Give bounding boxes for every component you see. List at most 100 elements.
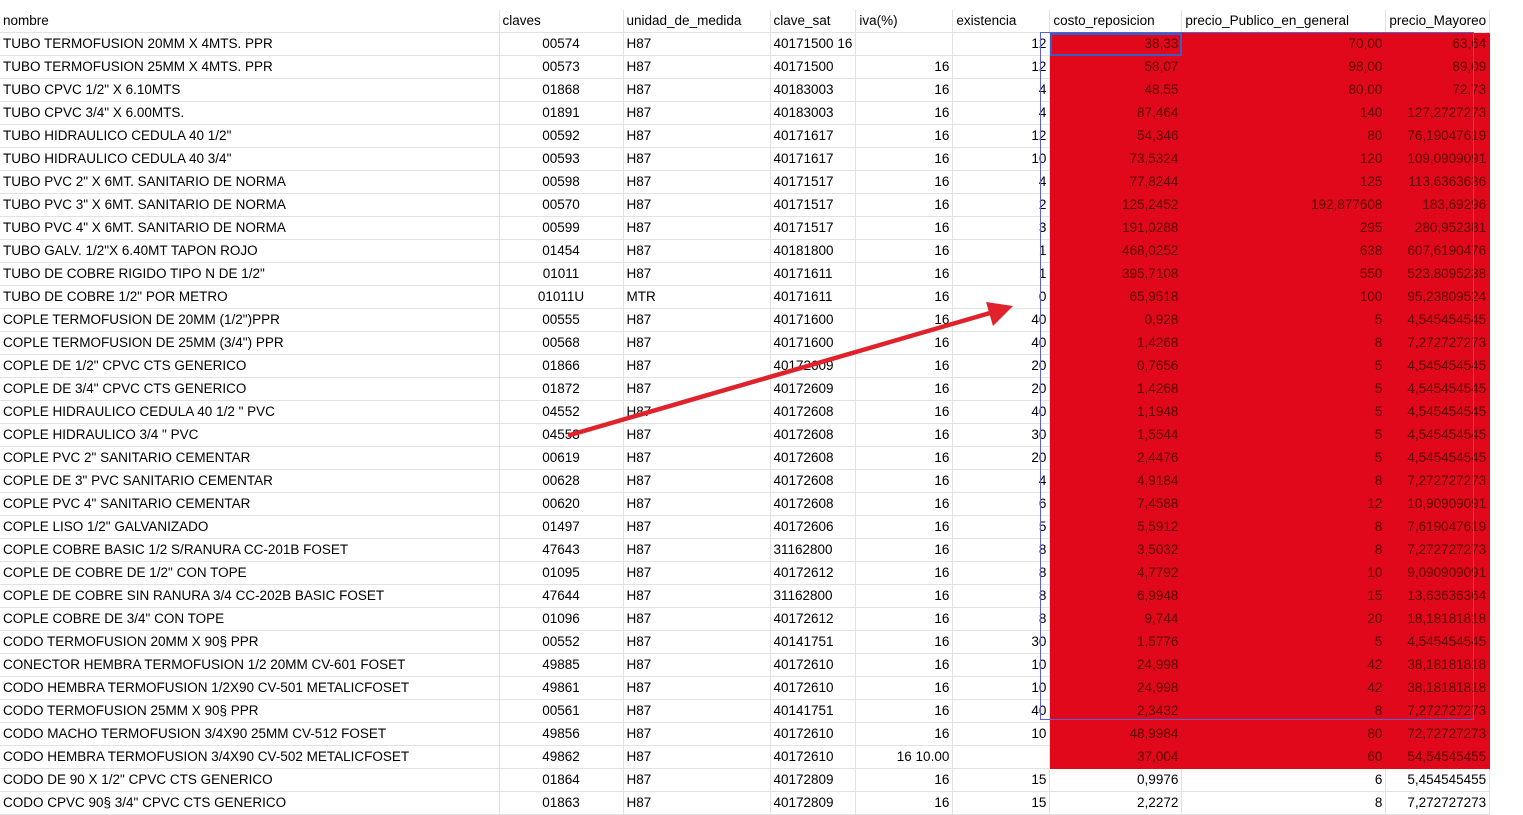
cell-nombre[interactable]: CODO HEMBRA TERMOFUSION 1/2X90 CV-501 ME…: [0, 676, 500, 700]
cell-nombre[interactable]: TUBO TERMOFUSION 20MM X 4MTS. PPR: [0, 32, 500, 56]
cell-precio-mayoreo[interactable]: 76,19047619: [1385, 124, 1491, 148]
cell-claves[interactable]: 49856: [499, 722, 624, 746]
cell-costo[interactable]: 48,55: [1049, 78, 1183, 102]
cell-clave-sat[interactable]: 40172612: [770, 607, 857, 631]
cell-iva[interactable]: 16: [855, 147, 954, 171]
cell-precio-publico[interactable]: 550: [1181, 262, 1387, 286]
cell-precio-publico[interactable]: 80: [1181, 722, 1387, 746]
cell-claves[interactable]: 00598: [499, 170, 624, 194]
cell-nombre[interactable]: COPLE HIDRAULICO CEDULA 40 1/2 " PVC: [0, 400, 500, 424]
cell-clave-sat[interactable]: 40172606: [770, 515, 857, 539]
cell-claves[interactable]: 00620: [499, 492, 624, 516]
cell-precio-mayoreo[interactable]: 7,619047619: [1385, 515, 1491, 539]
column-header[interactable]: nombre: [0, 10, 500, 33]
cell-nombre[interactable]: COPLE HIDRAULICO 3/4 " PVC: [0, 423, 500, 447]
cell-existencia[interactable]: 20: [952, 377, 1051, 401]
cell-nombre[interactable]: TUBO TERMOFUSION 25MM X 4MTS. PPR: [0, 55, 500, 79]
cell-clave-sat[interactable]: 40172608: [770, 400, 857, 424]
cell-existencia[interactable]: 30: [952, 423, 1051, 447]
cell-costo[interactable]: 54,346: [1049, 124, 1183, 148]
cell-costo[interactable]: 3,5032: [1049, 538, 1183, 562]
cell-iva[interactable]: 16: [855, 377, 954, 401]
cell-unidad[interactable]: H87: [623, 791, 771, 815]
cell-nombre[interactable]: TUBO PVC 2" X 6MT. SANITARIO DE NORMA: [0, 170, 500, 194]
cell-iva[interactable]: 16: [855, 768, 954, 792]
cell-costo[interactable]: 0,9976: [1049, 768, 1183, 792]
cell-costo[interactable]: 24,998: [1049, 653, 1183, 677]
cell-costo[interactable]: 58,07: [1049, 55, 1183, 79]
cell-unidad[interactable]: H87: [623, 193, 771, 217]
cell-claves[interactable]: 00568: [499, 331, 624, 355]
cell-clave-sat[interactable]: 40171517: [770, 170, 857, 194]
column-header[interactable]: costo_reposicion: [1049, 10, 1183, 33]
cell-claves[interactable]: 00570: [499, 193, 624, 217]
cell-existencia[interactable]: 3: [952, 216, 1051, 240]
cell-existencia[interactable]: 10: [952, 676, 1051, 700]
cell-clave-sat[interactable]: 31162800: [770, 538, 857, 562]
cell-unidad[interactable]: H87: [623, 607, 771, 631]
cell-claves[interactable]: 01011: [499, 262, 624, 286]
cell-unidad[interactable]: H87: [623, 722, 771, 746]
cell-existencia[interactable]: 40: [952, 331, 1051, 355]
cell-unidad[interactable]: H87: [623, 262, 771, 286]
cell-unidad[interactable]: H87: [623, 653, 771, 677]
cell-existencia[interactable]: 8: [952, 584, 1051, 608]
cell-claves[interactable]: 01863: [499, 791, 624, 815]
cell-clave-sat[interactable]: 40171600: [770, 331, 857, 355]
cell-claves[interactable]: 00573: [499, 55, 624, 79]
cell-nombre[interactable]: COPLE PVC 2" SANITARIO CEMENTAR: [0, 446, 500, 470]
cell-costo[interactable]: 125,2452: [1049, 193, 1183, 217]
cell-unidad[interactable]: H87: [623, 538, 771, 562]
cell-existencia[interactable]: 12: [952, 55, 1051, 79]
cell-precio-publico[interactable]: 5: [1181, 308, 1387, 332]
cell-precio-publico[interactable]: 8: [1181, 538, 1387, 562]
cell-unidad[interactable]: MTR: [623, 285, 771, 309]
cell-clave-sat[interactable]: 40172608: [770, 423, 857, 447]
cell-existencia[interactable]: 40: [952, 308, 1051, 332]
cell-unidad[interactable]: H87: [623, 745, 771, 769]
cell-precio-mayoreo[interactable]: 10,90909091: [1385, 492, 1491, 516]
cell-clave-sat[interactable]: 40181800: [770, 239, 857, 263]
cell-precio-publico[interactable]: 20: [1181, 607, 1387, 631]
cell-costo[interactable]: 1,5544: [1049, 423, 1183, 447]
cell-iva[interactable]: 16: [855, 308, 954, 332]
cell-claves[interactable]: 49862: [499, 745, 624, 769]
cell-iva[interactable]: 16: [855, 446, 954, 470]
cell-nombre[interactable]: TUBO CPVC 1/2" X 6.10MTS: [0, 78, 500, 102]
cell-precio-mayoreo[interactable]: 54,54545455: [1385, 745, 1491, 769]
cell-costo[interactable]: 468,0252: [1049, 239, 1183, 263]
cell-unidad[interactable]: H87: [623, 446, 771, 470]
cell-iva[interactable]: 16: [855, 170, 954, 194]
cell-iva[interactable]: 16: [855, 216, 954, 240]
cell-unidad[interactable]: H87: [623, 32, 771, 56]
cell-iva[interactable]: 16: [855, 423, 954, 447]
cell-precio-mayoreo[interactable]: 523,8095238: [1385, 262, 1491, 286]
cell-clave-sat[interactable]: 40141751: [770, 699, 857, 723]
cell-iva[interactable]: 16: [855, 262, 954, 286]
cell-precio-mayoreo[interactable]: 89,09: [1385, 55, 1491, 79]
cell-clave-sat[interactable]: 40171611: [770, 285, 857, 309]
cell-costo[interactable]: 191,0288: [1049, 216, 1183, 240]
cell-clave-sat[interactable]: 40183003: [770, 78, 857, 102]
cell-iva[interactable]: 16: [855, 400, 954, 424]
cell-precio-publico[interactable]: 8: [1181, 791, 1387, 815]
cell-nombre[interactable]: CODO CPVC 90§ 3/4" CPVC CTS GENERICO: [0, 791, 500, 815]
cell-precio-publico[interactable]: 80,00: [1181, 78, 1387, 102]
cell-iva[interactable]: [855, 32, 954, 56]
cell-existencia[interactable]: 10: [952, 653, 1051, 677]
cell-clave-sat[interactable]: 31162800: [770, 584, 857, 608]
column-header[interactable]: iva(%): [855, 10, 954, 33]
cell-nombre[interactable]: COPLE COBRE BASIC 1/2 S/RANURA CC-201B F…: [0, 538, 500, 562]
cell-nombre[interactable]: COPLE DE 3/4" CPVC CTS GENERICO: [0, 377, 500, 401]
cell-precio-mayoreo[interactable]: 4,545454545: [1385, 400, 1491, 424]
cell-clave-sat[interactable]: 40171517: [770, 193, 857, 217]
cell-precio-mayoreo[interactable]: 5,454545455: [1385, 768, 1491, 792]
cell-precio-publico[interactable]: 5: [1181, 446, 1387, 470]
cell-precio-mayoreo[interactable]: 7,272727273: [1385, 699, 1491, 723]
cell-clave-sat[interactable]: 40172608: [770, 469, 857, 493]
cell-existencia[interactable]: 8: [952, 561, 1051, 585]
cell-unidad[interactable]: H87: [623, 101, 771, 125]
cell-costo[interactable]: 4,7792: [1049, 561, 1183, 585]
cell-precio-publico[interactable]: 98,00: [1181, 55, 1387, 79]
cell-iva[interactable]: 16: [855, 78, 954, 102]
